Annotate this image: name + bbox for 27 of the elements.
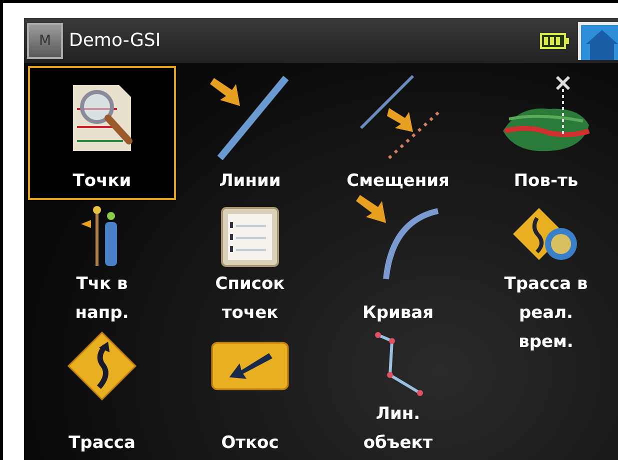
menu-label: Смещения xyxy=(346,170,450,193)
menu-tile[interactable]: Кривая xyxy=(324,200,472,330)
menu-tile[interactable]: Смещения xyxy=(324,66,472,200)
menu-tile[interactable]: Трасса в реал. врем. xyxy=(472,200,618,456)
menu-label: Откос xyxy=(221,432,279,455)
arrow-sign-icon xyxy=(210,341,290,391)
menu-tile[interactable]: Линии xyxy=(176,66,324,200)
window-title: Demo-GSI xyxy=(69,30,161,51)
winding-road-sign-icon xyxy=(67,331,137,401)
menu-label: Кривая xyxy=(362,302,434,325)
menu-tile[interactable]: Тчк в напр. xyxy=(28,200,176,330)
home-button[interactable] xyxy=(578,22,618,60)
menu-tile[interactable]: Трасса xyxy=(28,330,176,456)
menu-label: Список точек xyxy=(215,273,285,325)
menu-tile[interactable]: Точки xyxy=(28,66,176,200)
menu-label: Пов-ть xyxy=(514,170,578,193)
menu-tile[interactable]: Пов-ть xyxy=(472,66,618,200)
menu-label: Трасса xyxy=(68,432,136,455)
menu-label: Трасса в реал. врем. xyxy=(504,273,588,354)
menu-tile[interactable]: Лин. объект xyxy=(324,330,472,456)
menu-label: Лин. объект xyxy=(363,403,433,455)
menu-label: Тчк в напр. xyxy=(75,273,129,325)
clipboard-list-icon xyxy=(218,204,282,268)
menu-label: Точки xyxy=(72,170,132,193)
menu-tile[interactable]: Откос xyxy=(176,330,324,456)
menu-tile[interactable]: Список точек xyxy=(176,200,324,330)
menu-label: Линии xyxy=(219,170,281,193)
